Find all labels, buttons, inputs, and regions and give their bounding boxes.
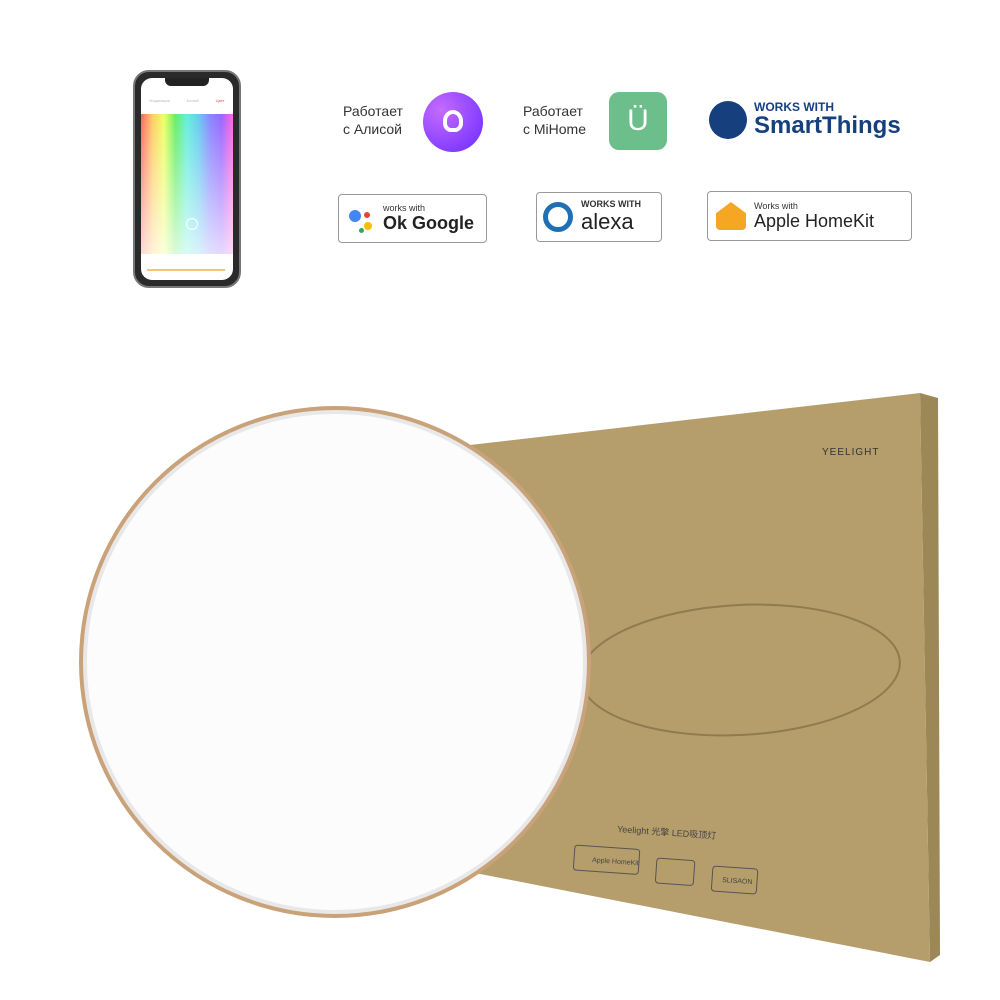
lamp-diffuser [85, 412, 585, 912]
color-knob [186, 218, 198, 230]
product-scene: YEELIGHT Yeelight 光擎 LED吸顶灯 Apple HomeKi… [79, 393, 940, 962]
box-brand: YEELIGHT [822, 447, 879, 458]
